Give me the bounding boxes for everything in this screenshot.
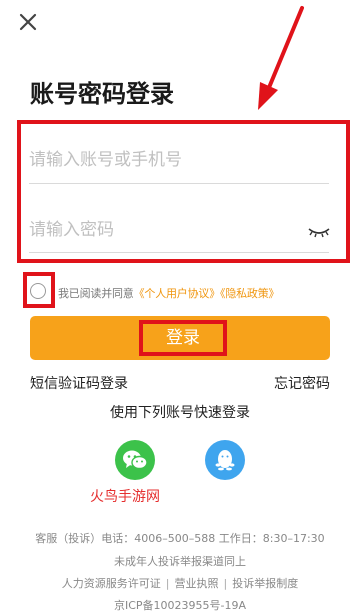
report-policy-link[interactable]: 投诉举报制度 bbox=[232, 577, 298, 590]
footer-separator: | bbox=[165, 577, 170, 590]
service-phone-text: 客服（投诉）电话：4006–500–588 工作日：8:30–17:30 bbox=[35, 532, 325, 545]
form-highlight-box bbox=[17, 120, 350, 263]
watermark-text: 火鸟手游网 bbox=[90, 489, 160, 505]
footer-links: 人力资源服务许可证 | 营业执照 | 投诉举报制度 bbox=[0, 575, 360, 591]
icp-text: 京ICP备10023955号-19A bbox=[113, 599, 247, 612]
agreement-prefix: 我已阅读并同意 bbox=[58, 287, 134, 300]
agreement-text: 我已阅读并同意《个人用户协议》《隐私政策》 bbox=[58, 285, 280, 301]
sms-login-link[interactable]: 短信验证码登录 bbox=[30, 373, 128, 393]
login-button-label: 登录 bbox=[166, 328, 200, 348]
hr-license-link[interactable]: 人力资源服务许可证 bbox=[62, 577, 161, 590]
annotation-arrow-icon bbox=[250, 4, 310, 116]
eye-closed-icon[interactable] bbox=[308, 224, 330, 238]
footer-separator: | bbox=[223, 577, 228, 590]
password-input[interactable] bbox=[29, 219, 299, 241]
privacy-policy-link[interactable]: 《隐私政策》 bbox=[220, 287, 280, 300]
business-license-link[interactable]: 营业执照 bbox=[175, 577, 219, 590]
minor-report-text: 未成年人投诉举报渠道同上 bbox=[114, 555, 246, 568]
account-underline bbox=[29, 183, 329, 184]
qq-icon[interactable] bbox=[205, 440, 245, 480]
page-title: 账号密码登录 bbox=[30, 80, 174, 108]
quick-login-label: 使用下列账号快速登录 bbox=[110, 405, 250, 421]
forgot-password-link[interactable]: 忘记密码 bbox=[274, 373, 330, 393]
password-underline bbox=[29, 252, 329, 253]
agreement-checkbox[interactable] bbox=[30, 283, 46, 299]
close-icon[interactable] bbox=[14, 8, 42, 36]
user-agreement-link[interactable]: 《个人用户协议》 bbox=[134, 287, 221, 300]
wechat-icon[interactable] bbox=[115, 440, 155, 480]
account-input[interactable] bbox=[29, 149, 329, 171]
